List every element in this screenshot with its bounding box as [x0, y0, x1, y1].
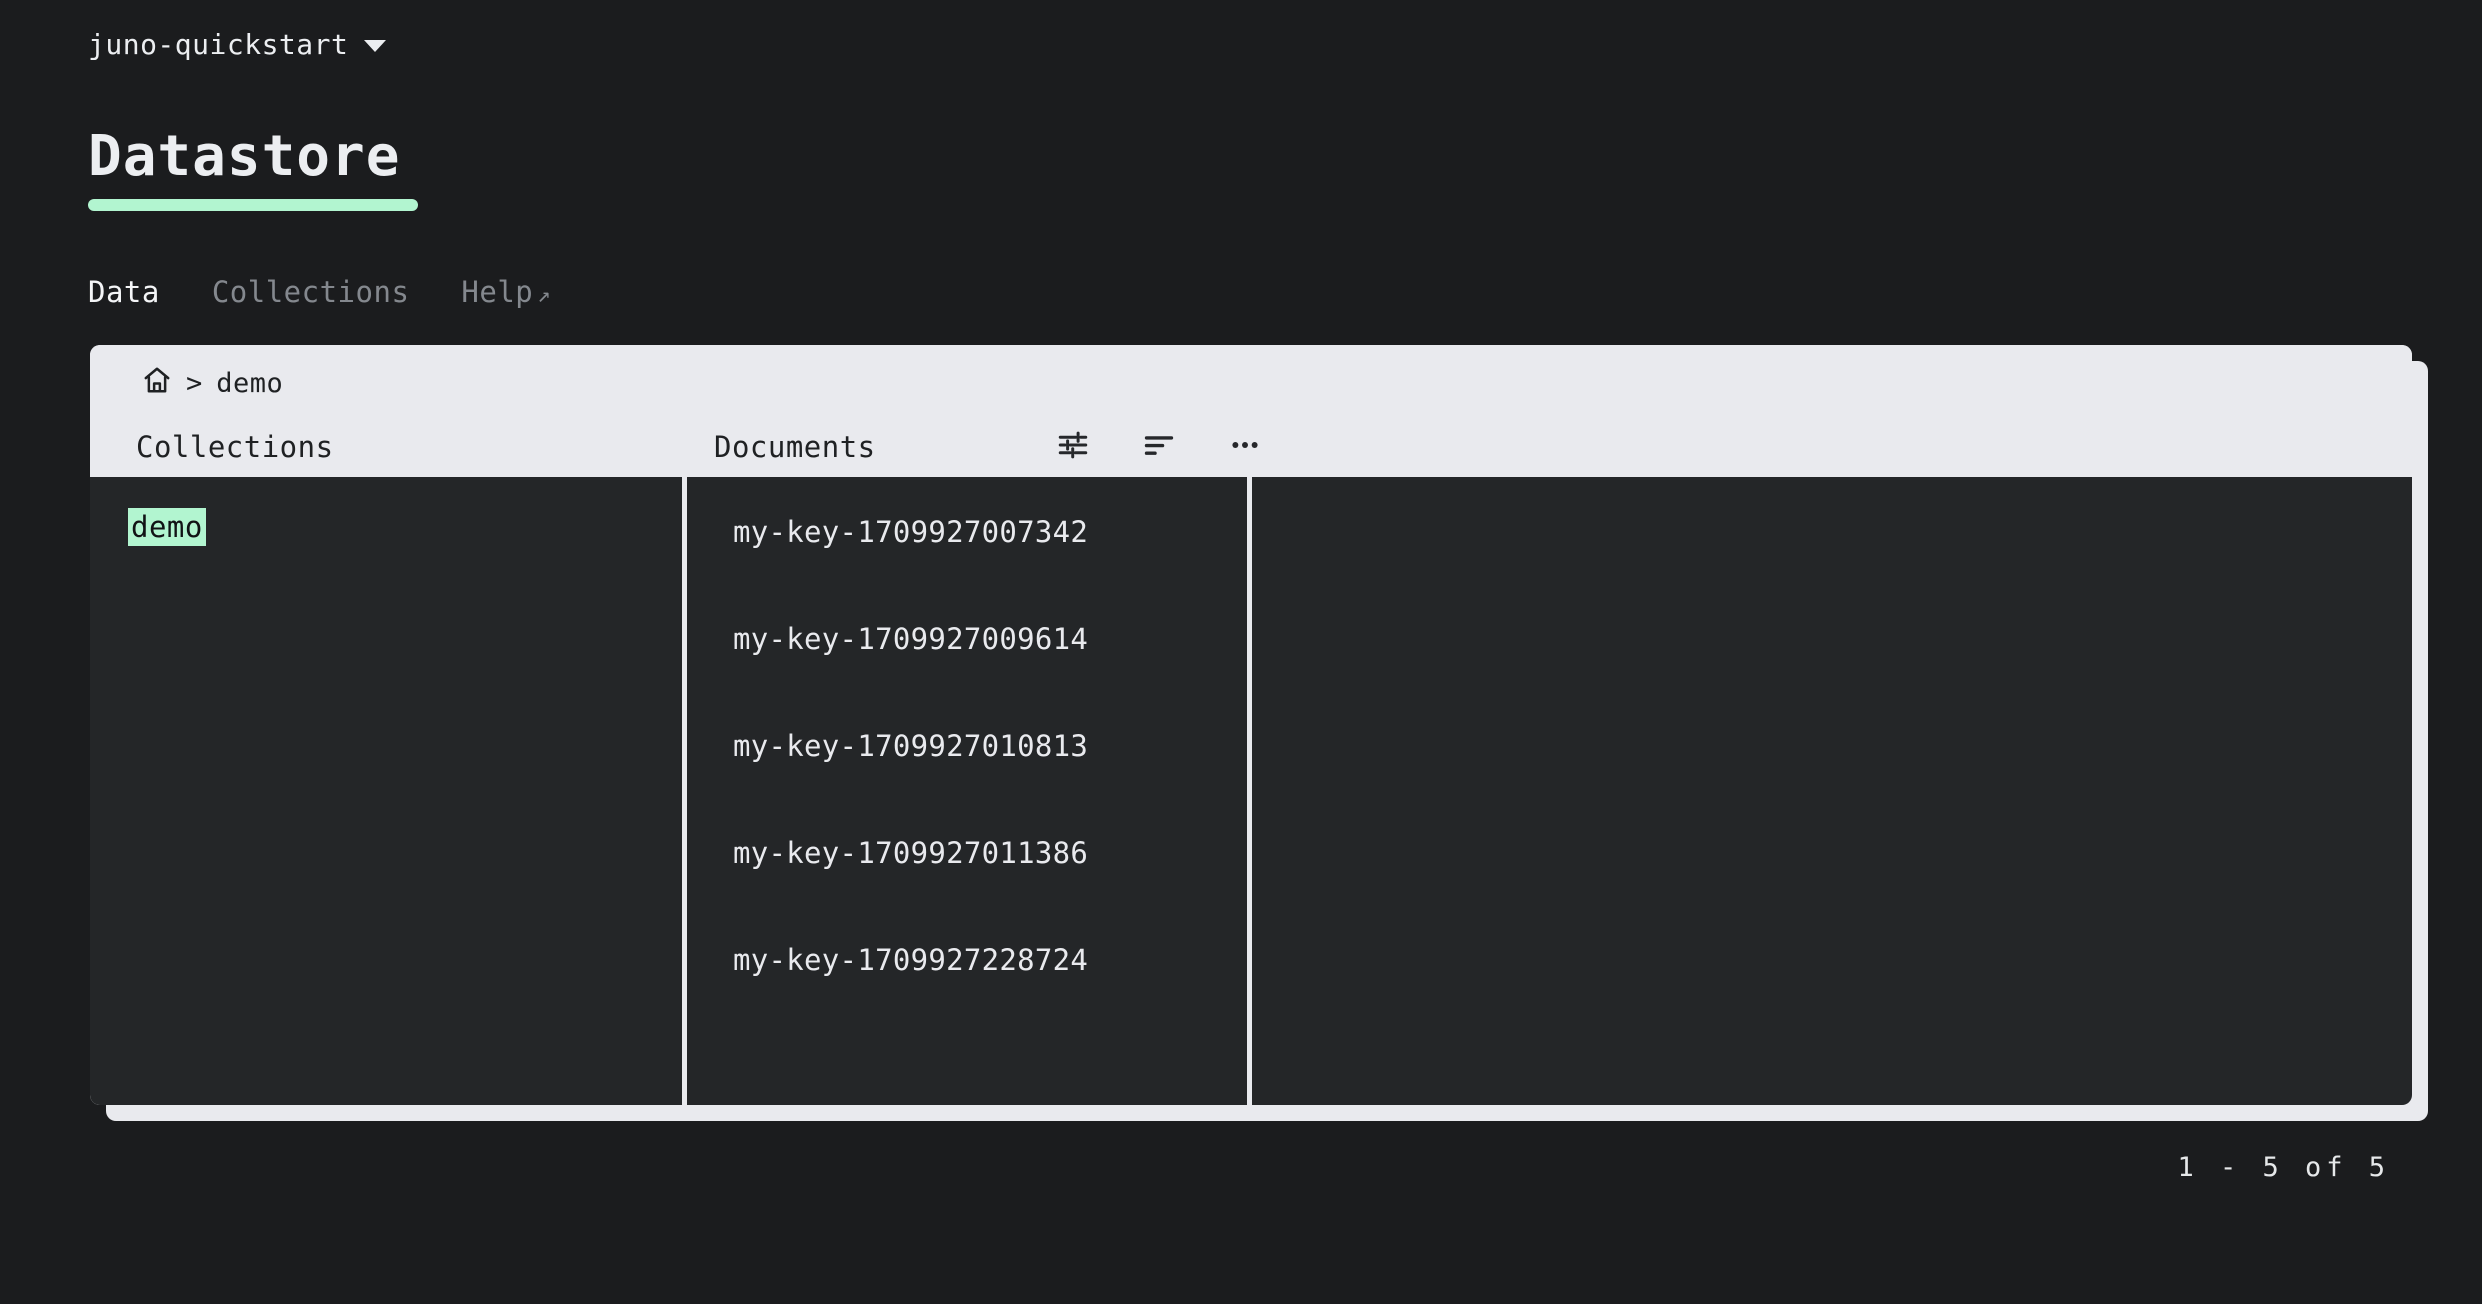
chevron-down-icon — [364, 40, 387, 52]
breadcrumb: > demo — [142, 365, 283, 402]
tune-icon[interactable] — [1050, 423, 1096, 467]
tab-collections-label: Collections — [211, 275, 410, 309]
list-item[interactable]: my-key-1709927010813 — [687, 721, 1247, 828]
more-horizontal-icon[interactable] — [1222, 423, 1268, 467]
breadcrumb-item-demo[interactable]: demo — [216, 368, 283, 399]
home-icon[interactable] — [142, 365, 172, 402]
datastore-page: juno-quickstart Datastore Data Collectio… — [0, 0, 2482, 1304]
panel-columns: demo my-key-1709927007342 my-key-1709927… — [90, 477, 2412, 1105]
collection-item-demo[interactable]: demo — [128, 508, 206, 546]
tab-help-label: Help — [461, 275, 534, 309]
document-detail-column — [1252, 477, 2412, 1105]
sort-icon[interactable] — [1136, 423, 1182, 467]
nav-tabs: Data Collections Help ↗ — [88, 275, 551, 309]
title-accent-underline — [88, 199, 418, 212]
list-item[interactable]: my-key-1709927228724 — [687, 935, 1247, 1042]
documents-list: my-key-1709927007342 my-key-170992700961… — [687, 477, 1247, 1042]
page-title: Datastore — [88, 124, 401, 189]
documents-toolbar — [1050, 423, 1268, 467]
tab-collections[interactable]: Collections — [212, 275, 410, 309]
collection-item-label: demo — [128, 508, 206, 546]
project-name: juno-quickstart — [88, 28, 349, 61]
tab-help[interactable]: Help ↗ — [461, 275, 551, 309]
breadcrumb-separator: > — [186, 368, 203, 399]
collections-column: demo — [90, 477, 682, 1105]
datastore-panel: > demo Collections Documents demo my-key… — [90, 345, 2412, 1105]
page-title-block: Datastore — [88, 124, 418, 212]
tab-data[interactable]: Data — [88, 275, 160, 309]
list-item[interactable]: my-key-1709927009614 — [687, 614, 1247, 721]
documents-column-header: Documents — [714, 430, 876, 464]
documents-column: my-key-1709927007342 my-key-170992700961… — [687, 477, 1247, 1105]
external-link-icon: ↗ — [537, 283, 551, 308]
panel-header-band: > demo Collections Documents — [90, 345, 2412, 477]
pagination-range: 1 - 5 of 5 — [2177, 1152, 2390, 1183]
collections-column-header: Collections — [136, 430, 334, 464]
list-item[interactable]: my-key-1709927007342 — [687, 507, 1247, 614]
list-item[interactable]: my-key-1709927011386 — [687, 828, 1247, 935]
tab-data-label: Data — [88, 275, 160, 309]
project-selector[interactable]: juno-quickstart — [88, 28, 387, 61]
